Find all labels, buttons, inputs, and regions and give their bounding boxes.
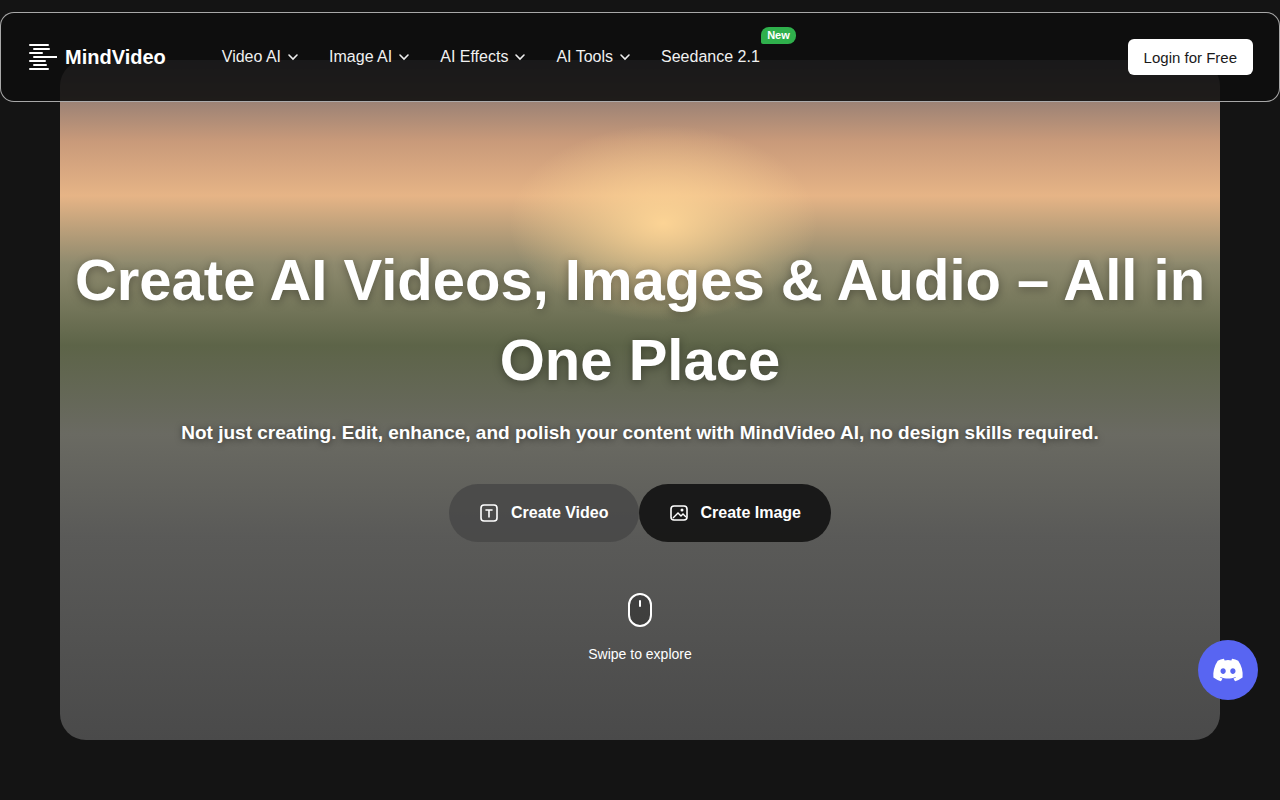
nav-item[interactable]: AI Tools — [556, 48, 631, 66]
hero-button[interactable]: Create Image — [639, 484, 832, 542]
nav-item[interactable]: Seedance 2.1New — [661, 48, 760, 66]
login-button[interactable]: Login for Free — [1128, 39, 1253, 75]
hero-button[interactable]: Create Video — [449, 484, 639, 542]
top-nav: MindVideo Video AI Image AI AI Effects AI To… — [0, 12, 1280, 102]
logo[interactable]: MindVideo — [27, 43, 166, 71]
nav-menu: Video AI Image AI AI Effects AI Tools Seedan… — [222, 48, 1128, 66]
new-badge: New — [761, 27, 796, 44]
nav-item[interactable]: Video AI — [222, 48, 299, 66]
logo-icon — [27, 43, 57, 71]
discord-button[interactable] — [1198, 640, 1258, 700]
hero-title: Create AI Videos, Images & Audio – All i… — [70, 240, 1210, 400]
video-create-icon — [479, 503, 499, 523]
chevron-down-icon — [287, 51, 299, 63]
chevron-down-icon — [514, 51, 526, 63]
hero-buttons: Create VideoCreate Image — [449, 484, 831, 542]
hero-subtitle: Not just creating. Edit, enhance, and po… — [181, 422, 1098, 444]
hero-banner: Create AI Videos, Images & Audio – All i… — [60, 60, 1220, 740]
chevron-down-icon — [619, 51, 631, 63]
chevron-down-icon — [398, 51, 410, 63]
mouse-scroll-icon — [627, 592, 653, 628]
nav-item[interactable]: AI Effects — [440, 48, 526, 66]
page: MindVideo Video AI Image AI AI Effects AI To… — [0, 0, 1280, 800]
nav-item[interactable]: Image AI — [329, 48, 410, 66]
image-create-icon — [669, 503, 689, 523]
discord-icon — [1212, 654, 1244, 686]
scroll-hint: Swipe to explore — [588, 592, 692, 662]
